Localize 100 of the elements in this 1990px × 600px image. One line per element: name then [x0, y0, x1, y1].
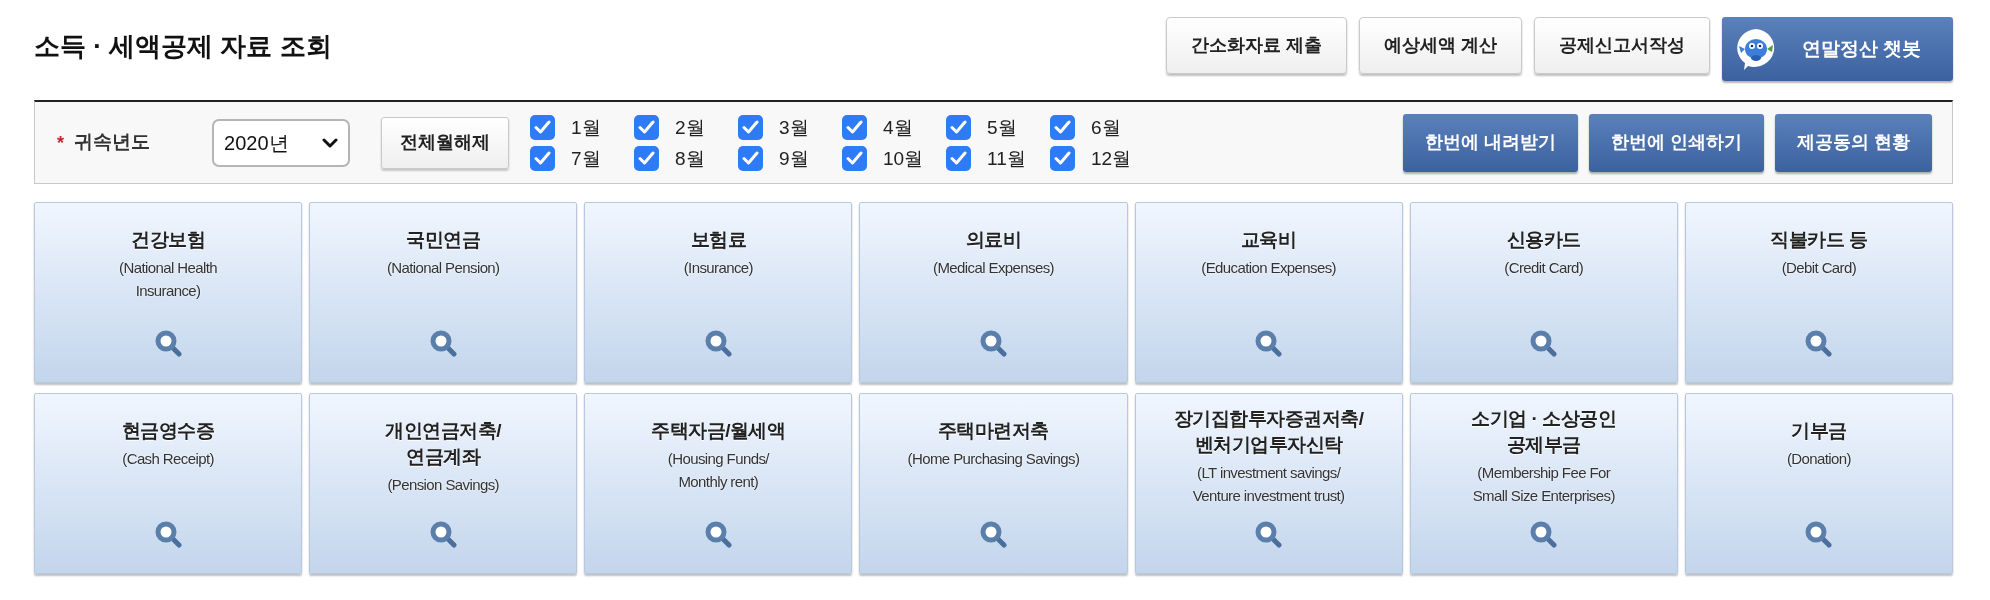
month-label: 3월	[779, 115, 809, 140]
category-subtitle: (Debit Card)	[1781, 258, 1857, 278]
month-label: 6월	[1091, 115, 1121, 140]
category-title: 기부금	[1791, 419, 1847, 443]
category-subtitle: (Cash Receipt)	[122, 449, 214, 469]
category-card[interactable]: 의료비 (Medical Expenses)	[859, 202, 1128, 383]
category-title: 교육비	[1240, 228, 1297, 252]
category-subtitle: (Donation)	[1786, 449, 1851, 469]
search-icon	[1805, 330, 1833, 357]
month-checkbox[interactable]	[1050, 114, 1075, 140]
month-checkbox[interactable]	[738, 145, 763, 171]
month-label: 4월	[883, 115, 913, 140]
month-checkbox[interactable]	[1050, 145, 1075, 171]
category-card[interactable]: 신용카드 (Credit Card)	[1409, 202, 1678, 383]
search-icon	[980, 521, 1007, 548]
category-card[interactable]: 장기집합투자증권저축/ 벤처기업투자신탁 (LT investment savings/ Venture investment trust)	[1134, 393, 1403, 574]
category-subtitle: (Housing Funds/ Monthly rent)	[667, 449, 769, 492]
page-title: 소득 · 세액공제 자료 조회	[34, 30, 332, 63]
chatbot-button[interactable]: 연말정산 챗봇	[1722, 17, 1953, 81]
month-checkbox[interactable]	[634, 145, 659, 171]
category-card[interactable]: 직불카드 등 (Debit Card)	[1684, 202, 1953, 383]
search-icon	[1530, 521, 1558, 548]
search-icon	[154, 521, 182, 548]
category-card[interactable]: 개인연금저축/ 연금계좌 (Pension Savings)	[309, 393, 578, 574]
search-icon	[154, 330, 182, 357]
month-label: 11월	[987, 146, 1026, 171]
action-button[interactable]: 한번에 인쇄하기	[1588, 113, 1764, 172]
category-card[interactable]: 소기업 · 소상공인 공제부금 (Membership Fee For Small Size Enterprises)	[1409, 393, 1678, 574]
category-card[interactable]: 기부금 (Donation)	[1684, 393, 1953, 574]
month-checkbox[interactable]	[738, 114, 763, 140]
category-title: 신용카드	[1506, 228, 1581, 252]
month-label: 8월	[675, 146, 705, 171]
checkmark-icon	[1054, 120, 1071, 134]
search-icon	[429, 330, 457, 357]
category-title: 현금영수증	[121, 419, 215, 443]
category-subtitle: (National Health Insurance)	[119, 258, 218, 301]
category-title: 소기업 · 소상공인 공제부금	[1471, 407, 1617, 457]
month-label: 5월	[987, 115, 1017, 140]
category-subtitle: (Credit Card)	[1504, 258, 1584, 278]
checkmark-icon	[1054, 151, 1071, 165]
category-card[interactable]: 교육비 (Education Expenses)	[1134, 202, 1403, 383]
toolbar-button[interactable]: 예상세액 계산	[1359, 17, 1522, 74]
chevron-down-icon	[322, 137, 338, 148]
month-checkbox[interactable]	[530, 114, 555, 140]
checkmark-icon	[742, 120, 759, 134]
category-subtitle: (National Pension)	[386, 258, 500, 278]
category-title: 장기집합투자증권저축/ 벤처기업투자신탁	[1173, 407, 1364, 457]
category-card[interactable]: 주택마련저축 (Home Purchasing Savings)	[859, 393, 1128, 574]
category-title: 의료비	[965, 228, 1022, 252]
toolbar-button[interactable]: 공제신고서작성	[1534, 17, 1710, 74]
month-label: 2월	[675, 115, 705, 140]
category-title: 건강보험	[131, 228, 206, 252]
category-subtitle: (Home Purchasing Savings)	[907, 449, 1080, 469]
search-icon	[704, 521, 732, 548]
category-title: 보험료	[690, 228, 747, 252]
category-subtitle: (Education Expenses)	[1201, 258, 1336, 278]
action-button[interactable]: 한번에 내려받기	[1402, 113, 1578, 172]
category-subtitle: (Pension Savings)	[387, 475, 499, 495]
required-mark: *	[57, 133, 64, 152]
month-checkbox[interactable]	[842, 114, 867, 140]
search-icon	[704, 330, 732, 357]
category-title: 직불카드 등	[1770, 228, 1868, 252]
category-title: 주택마련저축	[938, 419, 1049, 443]
checkmark-icon	[742, 151, 759, 165]
category-card[interactable]: 건강보험 (National Health Insurance)	[34, 202, 303, 383]
category-title: 개인연금저축/ 연금계좌	[385, 419, 502, 469]
month-label: 12월	[1091, 146, 1132, 171]
clear-months-button[interactable]: 전체월해제	[381, 116, 509, 169]
checkmark-icon	[638, 120, 655, 134]
search-icon	[1805, 521, 1833, 548]
action-button[interactable]: 제공동의 현황	[1775, 113, 1932, 172]
category-subtitle: (Membership Fee For Small Size Enterprises)	[1472, 463, 1615, 506]
year-select[interactable]: 2020년	[212, 118, 350, 167]
month-checkbox[interactable]	[946, 114, 971, 140]
checkmark-icon	[950, 151, 967, 165]
checkmark-icon	[950, 120, 967, 134]
month-label: 1월	[571, 115, 601, 140]
category-card[interactable]: 보험료 (Insurance)	[584, 202, 853, 383]
month-checkbox[interactable]	[530, 145, 555, 171]
category-title: 국민연금	[406, 228, 481, 252]
category-subtitle: (LT investment savings/ Venture investment trust)	[1192, 463, 1345, 506]
category-card[interactable]: 국민연금 (National Pension)	[309, 202, 578, 383]
toolbar-button[interactable]: 간소화자료 제출	[1165, 17, 1347, 74]
month-checkbox[interactable]	[634, 114, 659, 140]
search-icon	[1255, 521, 1283, 548]
month-checkbox[interactable]	[946, 145, 971, 171]
category-card[interactable]: 현금영수증 (Cash Receipt)	[34, 393, 303, 574]
category-card[interactable]: 주택자금/월세액 (Housing Funds/ Monthly rent)	[584, 393, 853, 574]
checkmark-icon	[846, 151, 863, 165]
search-icon	[980, 330, 1007, 357]
search-icon	[1255, 330, 1283, 357]
category-title: 주택자금/월세액	[651, 419, 786, 443]
month-checkbox[interactable]	[842, 145, 867, 171]
checkmark-icon	[534, 151, 551, 165]
checkmark-icon	[534, 120, 551, 134]
month-label: 9월	[779, 146, 809, 171]
checkmark-icon	[638, 151, 655, 165]
year-label: 귀속년도	[74, 130, 150, 155]
month-label: 10월	[883, 146, 924, 171]
search-icon	[1530, 330, 1558, 357]
